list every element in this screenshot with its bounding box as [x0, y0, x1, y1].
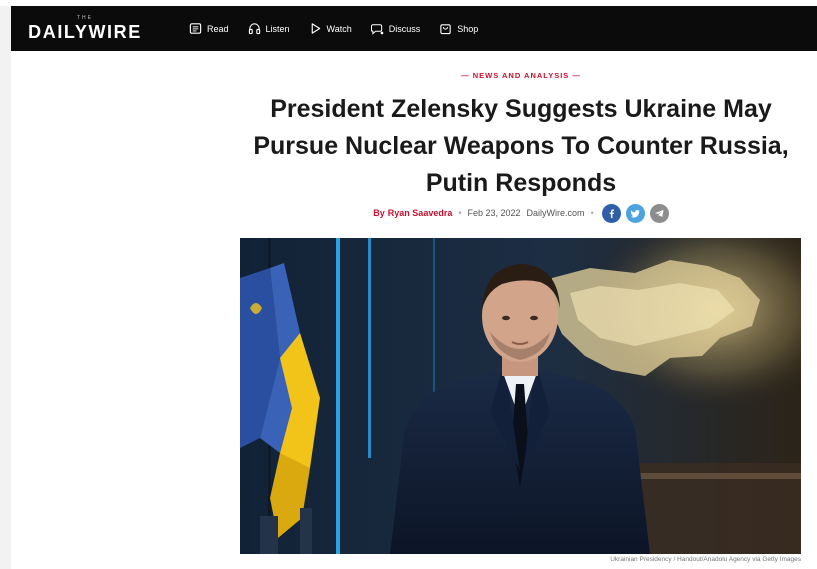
- nav-item-label: Shop: [457, 23, 479, 34]
- chat-icon: [370, 24, 383, 35]
- nav-item-listen[interactable]: Listen: [248, 22, 290, 35]
- main-nav: Read Listen Watch Discuss Shop: [189, 22, 497, 35]
- publish-date: Feb 23, 2022: [467, 208, 521, 218]
- byline: By Ryan Saavedra • Feb 23, 2022 DailyWir…: [240, 202, 802, 224]
- image-caption: Ukrainian Presidency / Handout/Anadolu A…: [610, 556, 801, 563]
- telegram-icon: [654, 209, 664, 217]
- nav-item-watch[interactable]: Watch: [309, 22, 352, 35]
- play-icon: [311, 23, 320, 34]
- hero-photo-illustration: [240, 238, 801, 554]
- shopping-bag-icon: [440, 24, 451, 35]
- site-header: THE DAILYWIRE Read Listen Watch Discuss: [11, 6, 817, 51]
- share-telegram-button[interactable]: [649, 203, 669, 223]
- article-content: — NEWS AND ANALYSIS — President Zelensky…: [11, 51, 817, 569]
- article-kicker[interactable]: — NEWS AND ANALYSIS —: [240, 71, 802, 80]
- read-icon: [189, 23, 202, 34]
- logo-prefix: THE: [77, 14, 93, 21]
- share-twitter-button[interactable]: [625, 203, 645, 223]
- byline-source: DailyWire.com: [526, 208, 585, 218]
- share-facebook-button[interactable]: [601, 203, 621, 223]
- nav-item-label: Read: [207, 23, 229, 34]
- headline-line: Pursue Nuclear Weapons To Counter Russia…: [253, 132, 789, 160]
- byline-by: By: [373, 208, 385, 218]
- byline-separator: •: [458, 208, 462, 218]
- nav-item-label: Discuss: [388, 23, 421, 34]
- article-headline: President Zelensky Suggests Ukraine May …: [240, 91, 802, 202]
- nav-item-label: Listen: [265, 23, 290, 34]
- facebook-icon: [609, 209, 614, 218]
- site-logo[interactable]: THE DAILYWIRE: [25, 14, 145, 44]
- nav-item-label: Watch: [326, 23, 352, 34]
- browser-viewport: THE DAILYWIRE Read Listen Watch Discuss: [0, 0, 817, 569]
- logo-wordmark: DAILYWIRE: [28, 21, 142, 42]
- headline-line: President Zelensky Suggests Ukraine May: [270, 95, 772, 123]
- nav-item-discuss[interactable]: Discuss: [370, 22, 421, 35]
- headphones-icon: [248, 23, 260, 35]
- twitter-icon: [630, 209, 640, 218]
- nav-item-read[interactable]: Read: [189, 22, 229, 35]
- article-hero-image[interactable]: [240, 238, 801, 554]
- headline-line: Putin Responds: [425, 169, 617, 197]
- nav-item-shop[interactable]: Shop: [439, 22, 478, 35]
- byline-separator: •: [590, 208, 594, 218]
- author-link[interactable]: Ryan Saavedra: [388, 208, 453, 218]
